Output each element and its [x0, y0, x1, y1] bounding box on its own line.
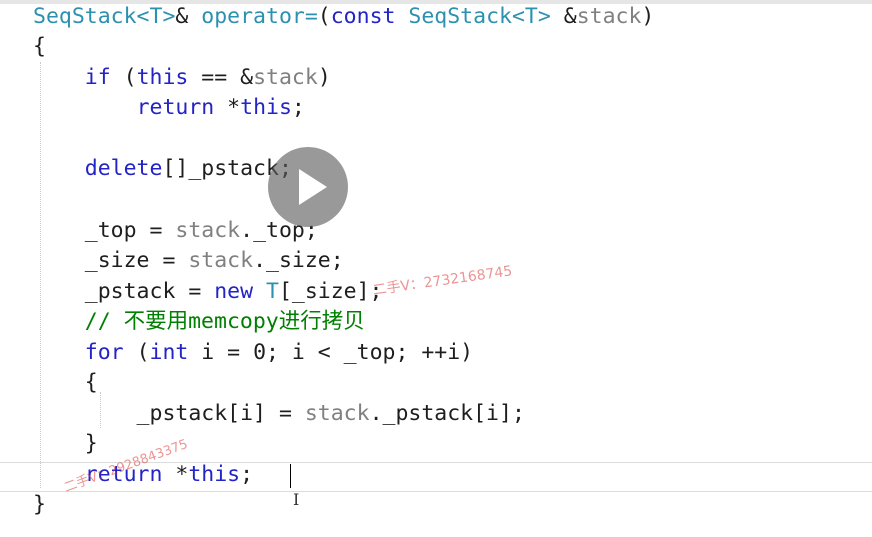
code-token: stack: [175, 218, 241, 243]
code-token: ._pstack[i];: [369, 401, 525, 426]
code-token: this: [240, 95, 292, 120]
code-line: }: [33, 429, 98, 459]
code-token: stack: [253, 65, 318, 90]
code-line: }: [33, 490, 46, 520]
code-token: ): [317, 65, 331, 90]
code-token: i = 0; i < _top; ++i): [201, 340, 474, 365]
code-token: {: [33, 370, 98, 395]
code-token: return: [136, 95, 228, 120]
code-token: SeqStack<T>: [408, 4, 551, 29]
code-line: {: [33, 368, 98, 398]
code-line: delete[]_pstack;: [33, 154, 292, 184]
code-token: stack: [304, 401, 370, 426]
code-token: if: [84, 65, 124, 90]
code-token: [_size];: [278, 279, 383, 304]
play-button-icon[interactable]: [268, 147, 348, 227]
code-token: _pstack =: [33, 279, 215, 304]
code-token: ;: [291, 95, 305, 120]
code-token: _top =: [33, 218, 176, 243]
code-token: _pstack[i] =: [33, 401, 305, 426]
code-line: _pstack = new T[_size];: [33, 277, 383, 307]
code-line: {: [33, 32, 46, 62]
code-token: }: [33, 492, 46, 517]
code-token: *: [175, 462, 189, 487]
code-token: *: [227, 95, 241, 120]
code-token: (: [136, 340, 150, 365]
code-token: this: [188, 462, 241, 487]
code-token: SeqStack<T>: [33, 4, 176, 29]
code-line: _pstack[i] = stack._pstack[i];: [33, 399, 525, 429]
code-line: _size = stack._size;: [33, 246, 344, 276]
code-token: == &: [188, 65, 254, 90]
code-line: SeqStack<T>& operator=(const SeqStack<T>…: [33, 2, 654, 32]
code-token: int: [149, 340, 202, 365]
code-token: }: [33, 431, 98, 456]
code-token: for: [84, 340, 137, 365]
code-token: &: [175, 4, 202, 29]
code-token: operator=: [201, 4, 318, 29]
code-token: ;: [240, 462, 254, 487]
code-token: ._size;: [253, 248, 344, 273]
code-token: {: [33, 34, 46, 59]
code-token: // 不要用memcopy进行拷贝: [84, 309, 365, 334]
code-line: _top = stack._top;: [33, 216, 318, 246]
code-token: stack: [188, 248, 254, 273]
code-token: T: [266, 279, 279, 304]
code-token: const: [330, 4, 409, 29]
code-token: this: [136, 65, 189, 90]
code-token: (: [123, 65, 137, 90]
code-token: delete: [84, 156, 163, 181]
code-line: return *this;: [33, 93, 305, 123]
code-line: if (this == &stack): [33, 63, 331, 93]
text-caret: [290, 464, 291, 488]
code-token: stack: [576, 4, 642, 29]
code-token: ): [641, 4, 655, 29]
code-token: &: [550, 4, 577, 29]
code-token: (: [317, 4, 331, 29]
code-token: new: [214, 279, 266, 304]
code-line: for (int i = 0; i < _top; ++i): [33, 338, 473, 368]
ibeam-cursor-icon: I: [293, 490, 300, 509]
code-token: _size =: [33, 248, 189, 273]
code-line: // 不要用memcopy进行拷贝: [33, 307, 365, 337]
